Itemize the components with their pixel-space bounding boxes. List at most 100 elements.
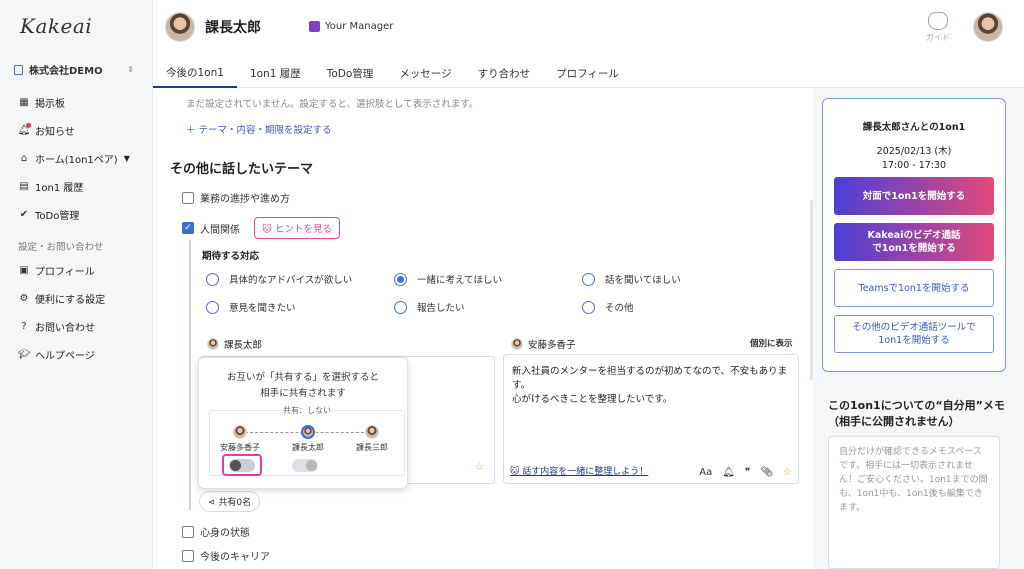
sidebar-item-label: お知らせ xyxy=(35,126,75,138)
radio[interactable] xyxy=(206,272,219,286)
settings-section-title: 設定・お問い合わせ xyxy=(18,242,104,253)
tab-alignment[interactable]: すり合わせ xyxy=(465,58,544,88)
left-card-tab: 課長太郎 xyxy=(207,337,262,351)
partner-name: 課長太郎 xyxy=(205,20,261,36)
individual-view-toggle[interactable]: 個別に表示 xyxy=(750,337,793,349)
radio-option[interactable]: 意見を聞きたい xyxy=(206,300,296,314)
sidebar-item-home[interactable]: ⌂ ホーム(1on1ペア) ▼ xyxy=(18,144,148,172)
radio-option[interactable]: 報告したい xyxy=(394,300,465,314)
radio-label: 一緒に考えてほしい xyxy=(417,275,503,286)
checkbox[interactable] xyxy=(182,191,194,204)
company-selector[interactable]: 株式会社DEMO ⇕ xyxy=(14,62,134,77)
share-node: 課長太郎 xyxy=(284,425,332,453)
share-status-label: 共有：しない xyxy=(280,406,334,415)
font-size-icon[interactable]: Aa xyxy=(699,467,712,478)
sidebar-item-board[interactable]: ▦ 掲示板 xyxy=(18,88,148,116)
sidebar-item-notifications[interactable]: 🔔︎ お知らせ xyxy=(18,116,148,144)
bell-icon: 🔔︎ xyxy=(17,123,31,136)
comment-line: 心がけるべきことを整理したいです。 xyxy=(512,394,673,405)
start-kakeai-video-button[interactable]: Kakeaiのビデオ通話で1on1を開始する xyxy=(834,223,994,261)
checkbox[interactable] xyxy=(182,549,194,562)
radio-label: 具体的なアドバイスが欲しい xyxy=(229,275,353,286)
set-theme-link[interactable]: ＋ テーマ・内容・期限を設定する xyxy=(186,122,332,136)
radio[interactable] xyxy=(206,300,219,314)
sidebar-item-contact[interactable]: ? お問い合わせ xyxy=(18,312,148,340)
private-memo-textarea[interactable]: 自分だけが確認できるメモスペースです。相手には一切表示されません！ご安心ください… xyxy=(828,436,1000,569)
star-icon[interactable]: ☆ xyxy=(475,462,484,473)
sidebar-item-todo[interactable]: ✔ ToDo管理 xyxy=(18,200,148,228)
editor-toolbar: Aa 🔔︎ ❞ 📎︎ ☆ xyxy=(699,467,792,478)
guide-label: ガイド xyxy=(926,33,950,42)
radio-option[interactable]: 具体的なアドバイスが欲しい xyxy=(206,272,352,286)
attachment-icon[interactable]: 📎︎ xyxy=(760,467,773,478)
meeting-card: 課長太郎さんとの1on1 2025/02/13 (木) 17:00 - 17:30… xyxy=(822,98,1006,372)
radio-label: 意見を聞きたい xyxy=(229,303,296,314)
bell-icon[interactable]: 🔔︎ xyxy=(722,467,735,478)
my-avatar[interactable] xyxy=(973,12,1003,42)
avatar xyxy=(511,338,523,350)
checkbox[interactable] xyxy=(182,525,194,538)
sidebar-item-label: ホーム(1on1ペア) xyxy=(35,154,118,166)
section-heading: その他に話したいテーマ xyxy=(170,162,314,177)
topic-checkbox[interactable]: 心身の状態 xyxy=(182,524,250,539)
start-other-video-button[interactable]: その他のビデオ通話ツールで1on1を開始する xyxy=(834,315,994,353)
topic-checkbox[interactable]: 今後のキャリア xyxy=(182,548,270,563)
radio[interactable] xyxy=(582,300,595,314)
start-in-person-button[interactable]: 対面で1on1を開始する xyxy=(834,177,994,215)
chevron-down-icon: ▼ xyxy=(123,153,130,163)
radio-option[interactable]: 話を聞いてほしい xyxy=(582,272,681,286)
assist-link[interactable]: 🐱︎ 話す内容を一緒に整理しよう！ xyxy=(510,464,648,477)
sidebar-item-label: ヘルプページ xyxy=(35,350,95,362)
empty-note: まだ設定されていません。設定すると、選択肢として表示されます。 xyxy=(186,99,479,110)
meeting-date: 2025/02/13 (木) xyxy=(876,146,952,157)
kakeai-logo[interactable]: Kakeai xyxy=(20,14,92,38)
tab-history[interactable]: 1on1 履歴 xyxy=(237,58,314,88)
topic-checkbox[interactable]: ✓ 人間関係 🐱︎ ヒントを見る xyxy=(182,217,340,239)
check-icon xyxy=(306,460,317,471)
hint-button[interactable]: 🐱︎ ヒントを見る xyxy=(254,217,340,239)
guide-button[interactable]: ガイド xyxy=(923,12,953,43)
right-card-tab: 安藤多香子 xyxy=(511,337,576,351)
person-badge-icon xyxy=(309,21,320,32)
radio-option[interactable]: その他 xyxy=(582,300,634,314)
radio-option[interactable]: 一緒に考えてほしい xyxy=(394,272,502,286)
avatar xyxy=(365,425,379,439)
sidebar-item-settings[interactable]: ⚙ 便利にする設定 xyxy=(18,284,148,312)
checkbox-checked[interactable]: ✓ xyxy=(182,222,194,234)
quote-icon[interactable]: ❞ xyxy=(745,467,750,478)
topbar: 課長太郎 Your Manager ガイド 今後の1on1 1on1 履歴 To… xyxy=(153,0,1024,88)
tab-upcoming[interactable]: 今後の1on1 xyxy=(153,58,237,88)
radio[interactable] xyxy=(582,272,595,286)
check-icon: ✔ xyxy=(19,208,29,220)
radio-selected[interactable] xyxy=(394,272,407,286)
share-count-button[interactable]: ⋖ 共有0名 xyxy=(199,491,261,512)
topic-checkbox[interactable]: 業務の進捗や進め方 xyxy=(182,190,290,205)
gear-icon: ⚙ xyxy=(19,292,29,304)
guide-icon xyxy=(928,12,948,30)
avatar xyxy=(233,425,247,439)
radio[interactable] xyxy=(394,300,407,314)
divider-line xyxy=(189,240,191,510)
tab-messages[interactable]: メッセージ xyxy=(386,58,464,88)
share-toggle-disabled xyxy=(292,459,318,472)
sidebar-item-profile[interactable]: ▣ プロフィール xyxy=(18,256,148,284)
sidebar-item-help[interactable]: 🎓︎ ヘルプページ xyxy=(18,340,148,368)
building-icon xyxy=(14,64,23,75)
share-tooltip: お互いが「共有する」を選択すると 相手に共有されます 共有：しない 安藤多香子 課… xyxy=(198,357,408,489)
star-icon[interactable]: ☆ xyxy=(783,467,792,478)
left-card-name: 課長太郎 xyxy=(224,340,263,351)
sidebar: Kakeai 株式会社DEMO ⇕ ▦ 掲示板 🔔︎ お知らせ ⌂ ホーム(1on1ペ… xyxy=(0,0,153,569)
right-panel: 課長太郎さんとの1on1 2025/02/13 (木) 17:00 - 17:30… xyxy=(813,88,1024,569)
tab-todo[interactable]: ToDo管理 xyxy=(314,58,387,88)
manager-badge-label: Your Manager xyxy=(325,21,394,32)
share-count-label: 共有0名 xyxy=(218,498,252,508)
history-icon: ▤ xyxy=(19,180,29,192)
tab-profile[interactable]: プロフィール xyxy=(543,58,632,88)
start-teams-button[interactable]: Teamsで1on1を開始する xyxy=(834,269,994,307)
topic-label: 今後のキャリア xyxy=(200,552,270,563)
comment-text[interactable]: 新入社員のメンターを担当するのが初めてなので、不安もあります。 心がけるべきこと… xyxy=(504,355,798,417)
share-icon: ⋖ xyxy=(208,498,219,508)
sidebar-nav: ▦ 掲示板 🔔︎ お知らせ ⌂ ホーム(1on1ペア) ▼ ▤ 1on1 履歴 ✔ ToDo… xyxy=(18,88,148,368)
sidebar-item-history[interactable]: ▤ 1on1 履歴 xyxy=(18,172,148,200)
sidebar-item-label: お問い合わせ xyxy=(35,322,95,334)
